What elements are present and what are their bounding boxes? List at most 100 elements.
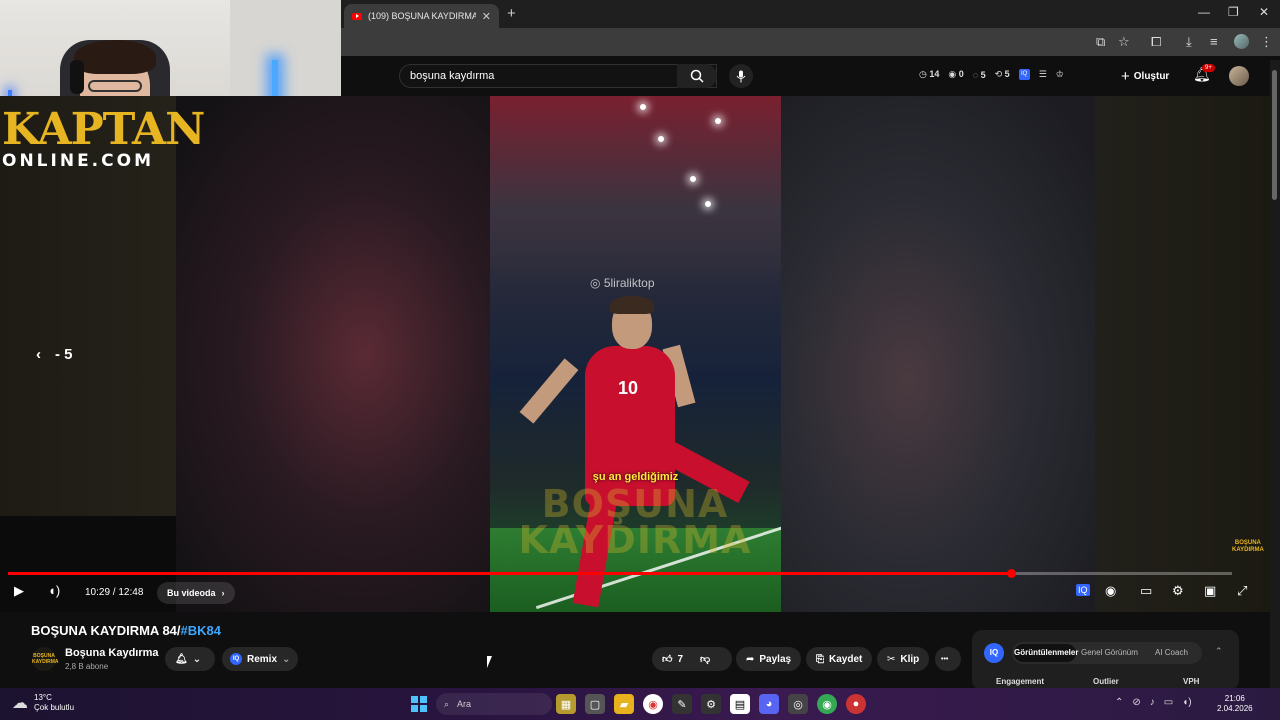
tab-overview[interactable]: Genel Görünüm [1081,648,1138,657]
create-button[interactable]: + Oluştur [1121,68,1169,85]
notification-badge: 9+ [1202,64,1215,72]
weather-widget[interactable]: ☁ 13°C Çok bulutlu [12,693,74,713]
gear-app-icon[interactable]: ⚙ [701,694,721,714]
stat-value: 5 [980,69,986,80]
chrome-alt-icon[interactable]: ◉ [817,694,837,714]
logo-line: KAPTAN [2,104,205,155]
progress-scrubber[interactable] [1006,569,1016,578]
volume-icon[interactable]: ◖) [48,583,60,598]
thumbs-up-icon[interactable]: 👍︎ [662,653,672,665]
voice-search-button[interactable] [729,64,753,88]
maximize-button[interactable]: ❐ [1228,5,1239,19]
play-button[interactable]: ▶ [14,583,24,599]
video-player[interactable]: 10 ◎ 5liraliktop şu an geldiğimiz BOŞUNA… [0,96,1270,612]
stat-value: 5 [1004,69,1010,79]
bookmark-star-icon[interactable]: ☆ [1118,34,1130,50]
corner-logo-line: KAYDIRMA [1232,547,1264,553]
chevron-right-icon: › [221,588,225,598]
system-tray: ⌃ ⊘ ♪ ▭ ◖) [1115,697,1192,708]
taskbar-search[interactable]: ⌕ Ara [436,693,552,715]
pause-ambient-icon[interactable]: ◉ [1105,583,1116,599]
speaker-icon[interactable]: ◖) [1182,697,1191,708]
watermark-handle: 5liraliktop [603,276,655,290]
windows-start-icon[interactable] [411,696,427,712]
tab-ai-coach[interactable]: AI Coach [1155,648,1188,657]
column-header-vph: VPH [1183,677,1200,686]
discord-icon[interactable]: ◕ [759,694,779,714]
seek-back-label: - 5 [55,346,73,363]
iq-player-icon[interactable]: IQ [1076,584,1090,596]
iq-extension-icon[interactable]: IQ [1018,69,1030,80]
taskbar-search-label: Ara [457,699,472,709]
network-off-icon[interactable]: ⊘ [1132,697,1140,708]
clip-logo-line: KAYDIRMA [518,518,752,562]
list-icon[interactable]: ☰ [1039,69,1047,80]
corner-channel-logo: BOŞUNA KAYDIRMA [1232,540,1264,554]
create-label: Oluştur [1133,71,1170,82]
save-button[interactable]: ⎘ Kaydet [806,647,873,671]
chrome-icon[interactable]: ◉ [643,694,663,714]
thumbs-down-icon[interactable]: 👎︎ [700,653,710,665]
subtitles-icon[interactable]: ▭ [1140,583,1152,599]
search-input[interactable]: boşuna kaydırma ✕ [399,64,717,88]
browser-profile-avatar[interactable] [1234,34,1249,49]
channel-logo-line: KAYDIRMA [32,659,59,665]
media-controls-icon[interactable]: ≡ [1210,34,1218,49]
clip-label: Klip [900,653,920,665]
temperature: 13°C [34,693,52,702]
save-label: Kaydet [829,653,863,665]
channel-avatar[interactable]: BOŞUNA KAYDIRMA [32,647,59,671]
theater-mode-icon[interactable]: ▣ [1204,583,1216,599]
fullscreen-icon[interactable]: ⤢ [1237,583,1247,599]
clip-button[interactable]: ✂ Klip [877,647,930,671]
install-app-icon[interactable]: ⧉ [1096,34,1105,50]
pen-app-icon[interactable]: ✎ [672,694,692,714]
cam-headset [70,60,84,94]
tab-close-button[interactable]: ✕ [482,10,491,23]
steam-icon[interactable]: ◎ [788,694,808,714]
subscribe-bell-button[interactable]: 🔔︎ ⌄ [165,647,215,671]
blurred-background-left [176,96,490,612]
clock-time: 21:06 [1224,694,1245,703]
channel-name[interactable]: Boşuna Kaydırma [65,647,159,659]
browser-tab[interactable]: (109) BOŞUNA KAYDIRMA 84/# ✕ [344,4,499,28]
tab-views[interactable]: Görüntülenmeler [1014,644,1078,662]
eye-icon: ◉ 0 [948,69,964,79]
chapter-button[interactable]: Bu videoda › [157,582,235,604]
screen: (109) BOŞUNA KAYDIRMA 84/# ✕ + — ❐ ✕ ⧉ ☆… [0,0,1280,720]
stadium-light [640,104,646,110]
display-icon[interactable]: ▭ [1164,697,1173,708]
browser-menu-icon[interactable]: ⋮ [1260,34,1273,50]
scrollbar-thumb[interactable] [1272,70,1277,200]
widgets-app-icon[interactable]: ▦ [556,694,576,714]
iq-analytics-panel: IQ Görüntülenmeler Genel Görünüm AI Coac… [972,630,1239,690]
taskbar-apps: ▦ ▢ ▰ ◉ ✎ ⚙ ▤ ◕ ◎ ◉ ● [556,694,866,714]
award-icon[interactable]: ♔ [1056,69,1064,80]
plus-icon: + [1121,68,1130,85]
search-button[interactable] [677,64,717,88]
document-app-icon[interactable]: ▤ [730,694,750,714]
settings-gear-icon[interactable]: ⚙ [1172,583,1184,599]
collapse-caret-icon[interactable]: ⌃ [1215,646,1223,657]
page-scrollbar[interactable] [1270,60,1280,720]
more-actions-button[interactable]: ••• [935,647,961,671]
like-count[interactable]: 7 [677,654,683,665]
new-tab-button[interactable]: + [507,5,516,22]
hashtag-link[interactable]: #BK84 [181,623,221,638]
tray-chevron-up-icon[interactable]: ⌃ [1115,697,1123,708]
browser-toolbar: ⧉ ☆ ⧠ ⤓ ≡ ⋮ [341,28,1280,56]
minimize-button[interactable]: — [1198,5,1210,19]
window-close-button[interactable]: ✕ [1259,5,1269,19]
user-avatar[interactable] [1229,66,1249,86]
column-header-outlier: Outlier [1093,677,1119,686]
remix-button[interactable]: IQ Remix ⌄ [222,647,299,671]
taskbar-clock[interactable]: 21:06 2.04.2026 [1217,694,1253,714]
mic-tray-icon[interactable]: ♪ [1150,697,1155,708]
share-button[interactable]: ➦ Paylaş [736,647,802,671]
extensions-icon[interactable]: ⧠ [1151,34,1161,50]
file-explorer-icon[interactable]: ▰ [614,694,634,714]
task-view-icon[interactable]: ▢ [585,694,605,714]
download-icon[interactable]: ⤓ [1186,34,1192,50]
progress-bar[interactable] [8,569,1232,578]
recording-app-icon[interactable]: ● [846,694,866,714]
